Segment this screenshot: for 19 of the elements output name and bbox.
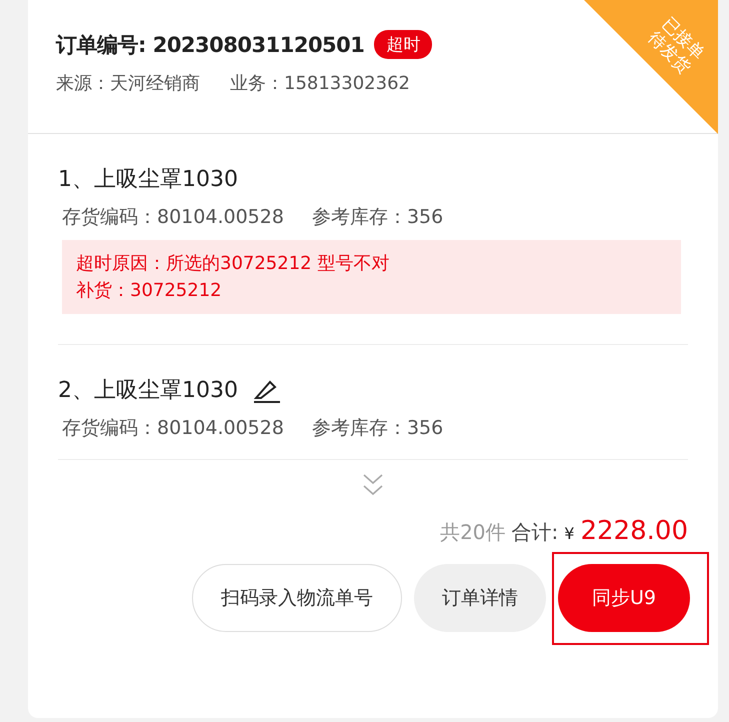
business-text: 业务：15813302362 <box>230 72 410 95</box>
source-text: 来源：天河经销商 <box>56 72 200 95</box>
total-label: 合计: <box>512 519 558 546</box>
item-count: 共20件 <box>440 519 506 546</box>
ribbon-status-text: 已接单 待发货 <box>642 12 710 80</box>
item-name: 2、上吸尘罩1030 <box>58 377 238 405</box>
item-name: 1、上吸尘罩1030 <box>58 166 238 194</box>
action-button[interactable]: 订单详情 <box>414 564 546 632</box>
item-stock: 参考库存：356 <box>312 205 444 230</box>
currency-symbol: ¥ <box>564 524 574 543</box>
item-code: 存货编码：80104.00528 <box>62 205 284 230</box>
item-code: 存货编码：80104.00528 <box>62 416 284 441</box>
total-amount: 2228.00 <box>580 516 688 546</box>
action-button[interactable]: 扫码录入物流单号 <box>192 564 402 632</box>
action-button[interactable]: 同步U9 <box>558 564 690 632</box>
item-stock: 参考库存：356 <box>312 416 444 441</box>
order-number: 订单编号: 202308031120501 <box>56 32 364 58</box>
status-badge: 超时 <box>374 30 432 59</box>
warning-note: 超时原因：所选的30725212 型号不对 补货：30725212 <box>62 240 681 314</box>
